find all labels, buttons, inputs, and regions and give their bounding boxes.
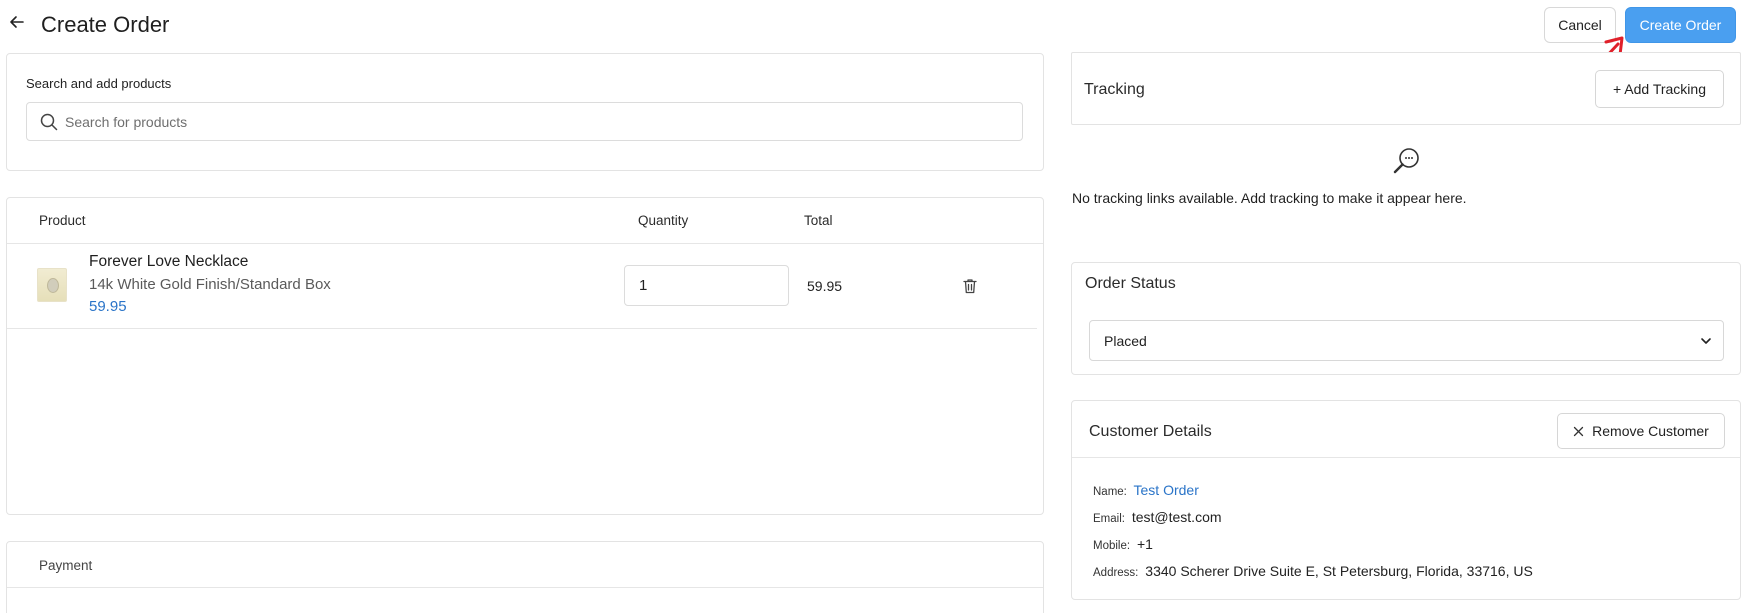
product-search-card: Search and add products <box>6 53 1044 171</box>
customer-address-row: Address: 3340 Scherer Drive Suite E, St … <box>1093 563 1533 579</box>
create-order-button[interactable]: Create Order <box>1625 7 1736 43</box>
name-label: Name: <box>1093 486 1127 498</box>
divider <box>1072 457 1740 458</box>
customer-details-card: Customer Details Remove Customer Name: T… <box>1071 400 1741 600</box>
divider <box>7 243 1043 244</box>
column-header-product: Product <box>39 213 86 228</box>
quantity-field[interactable] <box>624 265 789 306</box>
tracking-card: Tracking + Add Tracking <box>1071 52 1741 125</box>
close-icon <box>1573 426 1584 436</box>
remove-customer-button[interactable]: Remove Customer <box>1557 413 1725 449</box>
payment-label: Payment <box>39 558 93 573</box>
address-label: Address: <box>1093 567 1139 579</box>
customer-address: 3340 Scherer Drive Suite E, St Petersbur… <box>1145 563 1533 579</box>
add-tracking-button[interactable]: + Add Tracking <box>1595 70 1724 108</box>
email-label: Email: <box>1093 513 1125 525</box>
tracking-search-icon <box>1393 148 1419 174</box>
page-title: Create Order <box>41 12 170 37</box>
order-status-card: Order Status Placed <box>1071 262 1741 375</box>
mobile-label: Mobile: <box>1093 540 1131 552</box>
tracking-empty-message: No tracking links available. Add trackin… <box>1072 190 1467 206</box>
cancel-button[interactable]: Cancel <box>1544 7 1616 43</box>
search-icon <box>40 113 58 131</box>
products-table: Product Quantity Total Forever Love Neck… <box>6 197 1044 515</box>
product-variant: 14k White Gold Finish/Standard Box <box>89 276 331 293</box>
trash-icon[interactable] <box>961 277 979 295</box>
remove-customer-label: Remove Customer <box>1592 423 1709 439</box>
customer-name-row: Name: Test Order <box>1093 482 1199 498</box>
order-status-select[interactable]: Placed <box>1089 320 1724 361</box>
customer-email: test@test.com <box>1131 509 1222 525</box>
chevron-down-icon <box>1701 338 1711 344</box>
order-status-title: Order Status <box>1085 275 1176 292</box>
payment-card: Payment <box>6 541 1044 613</box>
column-header-quantity: Quantity <box>638 213 689 228</box>
column-header-total: Total <box>804 213 833 228</box>
back-arrow-icon[interactable] <box>8 13 26 31</box>
tracking-title: Tracking <box>1084 81 1145 98</box>
product-price: 59.95 <box>89 298 127 315</box>
customer-mobile-row: Mobile: +1 <box>1093 536 1153 552</box>
customer-name-link[interactable]: Test Order <box>1134 482 1199 498</box>
product-thumbnail <box>37 268 67 302</box>
customer-mobile: +1 <box>1136 536 1153 552</box>
page-header: Create Order Cancel Create Order <box>0 0 1750 92</box>
order-status-value: Placed <box>1104 332 1147 349</box>
search-input[interactable] <box>65 103 1015 140</box>
search-box[interactable] <box>26 102 1023 141</box>
customer-email-row: Email: test@test.com <box>1093 509 1222 525</box>
customer-details-title: Customer Details <box>1089 423 1212 440</box>
quantity-input[interactable] <box>625 266 788 305</box>
divider <box>7 587 1043 588</box>
product-name: Forever Love Necklace <box>89 253 249 270</box>
line-total: 59.95 <box>807 278 843 294</box>
search-label: Search and add products <box>26 76 172 91</box>
divider <box>7 328 1037 329</box>
